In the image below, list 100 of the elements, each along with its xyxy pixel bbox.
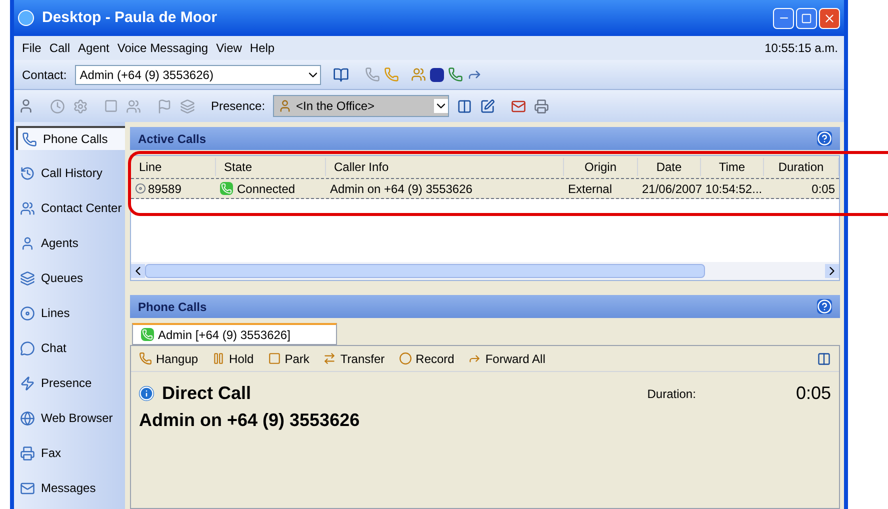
square-icon: [268, 352, 281, 365]
toolbar-button[interactable]: Hangup: [139, 350, 198, 368]
column-header[interactable]: Caller Info: [326, 158, 564, 176]
toolbar-button[interactable]: Transfer: [323, 350, 385, 368]
panel-title: Phone Calls: [138, 298, 207, 316]
sidebar-item[interactable]: Presence: [16, 371, 125, 395]
dropdown-caret-icon: [434, 99, 448, 113]
info-icon: [139, 386, 154, 401]
sidebar-item[interactable]: Messages: [16, 476, 125, 500]
printer-icon[interactable]: [534, 98, 550, 114]
sidebar-item[interactable]: Phone Calls: [16, 126, 125, 150]
presence-combobox[interactable]: <In the Office>: [273, 95, 450, 117]
horizontal-scrollbar[interactable]: [131, 262, 839, 280]
table-cell-text: Admin on +64 (9) 3553626: [329, 180, 474, 198]
sidebar-item[interactable]: Web Browser: [16, 406, 125, 430]
forward-icon: [468, 352, 482, 365]
sidebar-item[interactable]: Call History: [16, 161, 125, 185]
phone-icon[interactable]: [364, 67, 380, 82]
menu-item[interactable]: Help: [246, 39, 279, 57]
globe-icon: [20, 410, 35, 426]
record-icon: [398, 352, 412, 365]
phone-icon: [220, 182, 233, 195]
arrows-icon: [323, 352, 336, 365]
lightning-icon: [20, 376, 35, 390]
close-button[interactable]: [819, 8, 840, 28]
mail-icon: [20, 480, 35, 496]
table-row[interactable]: 89589 Connected Admin on +64 (9) 3553626 External 21/06/2007 10:54:52... 0:05: [131, 179, 839, 199]
disc-icon: [135, 183, 146, 194]
toolbar-button[interactable]: Park: [268, 350, 310, 368]
layers-icon: [20, 270, 35, 286]
columns-icon[interactable]: [817, 352, 831, 366]
column-header[interactable]: Date: [638, 158, 701, 176]
column-header[interactable]: Time: [701, 158, 764, 176]
table-cell-text: Connected: [237, 180, 296, 198]
toolbar-button[interactable]: Record: [398, 350, 454, 368]
sidebar-item[interactable]: Queues: [16, 266, 125, 290]
printer-icon: [20, 446, 35, 460]
help-icon[interactable]: [817, 131, 832, 146]
menu-item[interactable]: Call: [45, 39, 74, 57]
gear-icon[interactable]: [73, 98, 88, 114]
phone-icon: [139, 352, 152, 365]
contact-combobox[interactable]: Admin (+64 (9) 3553626): [74, 64, 321, 84]
presence-label: Presence:: [211, 98, 266, 115]
square-icon[interactable]: [104, 99, 118, 113]
people-icon: [20, 200, 35, 216]
maximize-icon: [801, 12, 812, 24]
help-icon[interactable]: [817, 299, 832, 314]
pause-icon: [212, 352, 226, 365]
flag-icon[interactable]: [157, 98, 172, 114]
clock-text: 10:55:15 a.m.: [764, 40, 839, 57]
column-header[interactable]: Line: [131, 158, 216, 176]
table-cell-text: 21/06/2007 10:54:52...: [641, 180, 764, 198]
toolbar-button[interactable]: Forward All: [468, 350, 546, 368]
caller-text: Admin on +64 (9) 3553626: [139, 409, 360, 432]
history-icon: [20, 166, 35, 180]
people-icon[interactable]: [126, 98, 141, 114]
sidebar-item[interactable]: Chat: [16, 336, 125, 360]
phone-icon: [22, 132, 37, 146]
person-icon: [20, 236, 35, 250]
panel-title: Active Calls: [138, 130, 206, 148]
chat-bubble-icon: [20, 340, 35, 356]
menu-item[interactable]: Agent: [74, 39, 114, 57]
column-header[interactable]: Duration: [764, 158, 839, 176]
menu-item[interactable]: File: [18, 39, 46, 57]
scroll-thumb[interactable]: [145, 264, 705, 278]
person-icon[interactable]: [18, 98, 34, 114]
layers-icon[interactable]: [180, 98, 195, 114]
mail-icon[interactable]: [511, 98, 526, 114]
sidebar-item[interactable]: Contact Center: [16, 196, 125, 220]
app-logo-icon: [18, 10, 34, 26]
column-header[interactable]: Origin: [564, 158, 638, 176]
person-icon: [278, 99, 292, 113]
call-type-text: Direct Call: [162, 382, 252, 405]
table-cell-text: 89589: [148, 180, 182, 198]
close-icon: [823, 12, 836, 24]
table-cell-text: 0:05: [810, 180, 836, 198]
columns-icon[interactable]: [457, 98, 472, 114]
edit-icon[interactable]: [480, 98, 496, 114]
phone-icon: [141, 328, 154, 341]
clock-icon[interactable]: [50, 98, 65, 114]
menu-item[interactable]: Voice Messaging: [113, 39, 212, 57]
menu-item[interactable]: View: [212, 39, 246, 57]
book-icon[interactable]: [332, 66, 349, 82]
duration-label: Duration:: [647, 386, 696, 403]
sidebar-item[interactable]: Lines: [16, 301, 125, 325]
scroll-right-icon[interactable]: [825, 264, 839, 278]
column-header[interactable]: State: [216, 158, 326, 176]
minimize-button[interactable]: [773, 8, 794, 28]
contact-label: Contact:: [21, 66, 68, 84]
window-title: Desktop - Paula de Moor: [42, 8, 218, 28]
phone-icon[interactable]: [448, 67, 463, 82]
call-tab[interactable]: Admin [+64 (9) 3553626]: [132, 323, 337, 345]
duration-value: 0:05: [796, 382, 831, 405]
sidebar-item[interactable]: Fax: [16, 441, 125, 465]
disc-icon: [20, 306, 35, 320]
table-cell-text: External: [567, 180, 614, 198]
sidebar-item[interactable]: Agents: [16, 231, 125, 255]
toolbar-button[interactable]: Hold: [212, 350, 254, 368]
maximize-button[interactable]: [796, 8, 817, 28]
scroll-left-icon[interactable]: [131, 264, 145, 278]
